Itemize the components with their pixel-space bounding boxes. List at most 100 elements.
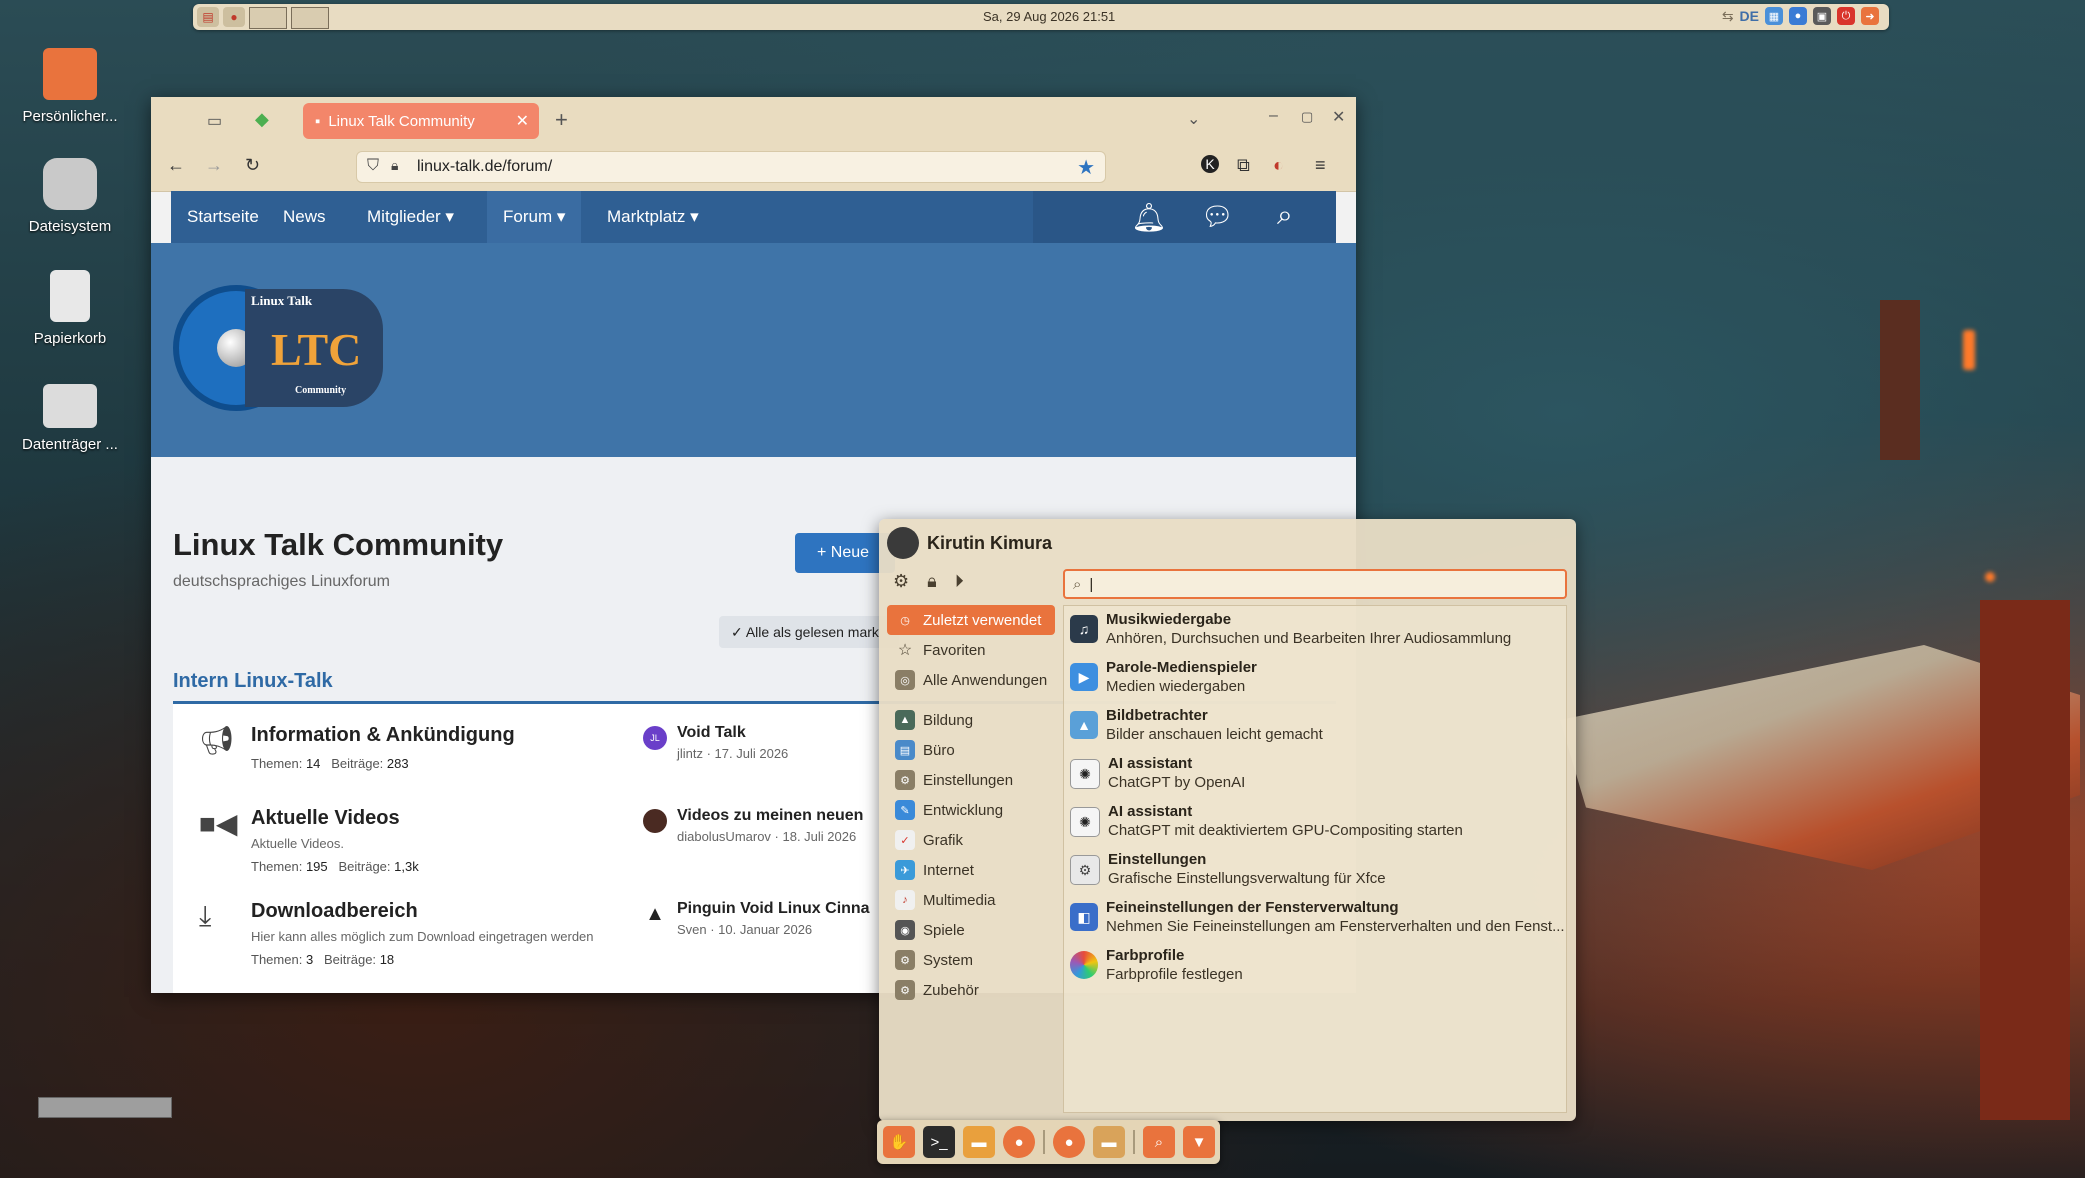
dock: ✋ >_ ▬ ● ● ▬ ⌕ ▼ — [877, 1120, 1220, 1164]
logout-icon[interactable]: ⏵ — [955, 571, 964, 592]
browser-tab[interactable]: ▪ Linux Talk Community ✕ — [303, 103, 539, 139]
tab-list-icon[interactable]: ▭ — [207, 111, 222, 131]
category-all[interactable]: ◎ Alle Anwendungen — [887, 665, 1055, 695]
lock-icon[interactable]: ▣ — [1813, 7, 1831, 25]
app-item-farbprofile[interactable]: Farbprofile Farbprofile festlegen — [1064, 942, 1566, 990]
forum-name[interactable]: Aktuelle Videos — [251, 807, 400, 830]
nav-marktplatz[interactable]: Marktplatz ▾ — [591, 191, 715, 243]
nav-startseite[interactable]: Startseite — [171, 191, 275, 243]
file-manager-icon[interactable]: ▬ — [963, 1126, 995, 1158]
lock-screen-icon[interactable]: 🔒︎ — [927, 571, 937, 592]
app-item-musikwiedergabe[interactable]: ♫ Musikwiedergabe Anhören, Durchsuchen un… — [1064, 606, 1566, 654]
category-buero[interactable]: ▤ Büro — [887, 735, 1055, 765]
desktop-icon-filesystem[interactable]: Dateisystem — [5, 158, 135, 235]
category-zubehoer[interactable]: ⚙ Zubehör — [887, 975, 1055, 1005]
settings-icon[interactable]: ⚙ — [893, 571, 909, 592]
nav-mitglieder[interactable]: Mitglieder ▾ — [351, 191, 470, 243]
app-menu-icon[interactable]: ✋ — [883, 1126, 915, 1158]
last-post-title[interactable]: Void Talk — [677, 724, 746, 742]
app-item-einstellungen[interactable]: ⚙ Einstellungen Grafische Einstellungsver… — [1064, 846, 1566, 894]
app-menu-icon[interactable]: ▤ — [197, 7, 219, 27]
color-profile-icon — [1070, 951, 1098, 979]
desktop-icon-volume[interactable]: Datenträger ... — [5, 384, 135, 453]
search-input[interactable]: ⌕ | — [1063, 569, 1567, 599]
bell-icon[interactable]: 🔔︎ — [1131, 201, 1167, 234]
desktop-icon-label: Papierkorb — [33, 330, 107, 347]
bookmark-star-icon[interactable]: ★ — [1077, 155, 1095, 180]
firefox-icon[interactable]: ● — [1003, 1126, 1035, 1158]
lock-icon: 🔒︎ — [391, 157, 399, 173]
terminal-icon[interactable]: >_ — [923, 1126, 955, 1158]
folder-icon[interactable]: ▬ — [1093, 1126, 1125, 1158]
app-item-ai-assistant[interactable]: ✺ AI assistant ChatGPT by OpenAI — [1064, 750, 1566, 798]
category-recent[interactable]: ◷ Zuletzt verwendet — [887, 605, 1055, 635]
nav-news[interactable]: News — [267, 191, 342, 243]
wallpaper-tower — [1980, 600, 2070, 1120]
category-spiele[interactable]: ◉ Spiele — [887, 915, 1055, 945]
app-item-parole[interactable]: ▶ Parole-Medienspieler Medien wiedergaben — [1064, 654, 1566, 702]
category-bildung[interactable]: ▲ Bildung — [887, 705, 1055, 735]
desktop-icon-home[interactable]: Persönlicher... — [5, 48, 135, 125]
desktop-icon-label: Datenträger ... — [22, 436, 118, 453]
tab-overflow-icon[interactable]: ⌄ — [1187, 109, 1200, 129]
url-bar[interactable]: ⛉ 🔒︎ linux-talk.de/forum/ ★ — [356, 151, 1106, 183]
logo-text-top: Linux Talk — [251, 293, 313, 308]
menu-tools: ⚙ 🔒︎ ⏵ — [893, 571, 964, 592]
wallpaper-light — [1985, 572, 1995, 582]
app-item-fensterverwaltung[interactable]: ◧ Feineinstellungen der Fensterverwaltun… — [1064, 894, 1566, 942]
minimized-window-stub[interactable] — [38, 1097, 172, 1118]
keyboard-language[interactable]: DE — [1740, 8, 1759, 24]
video-camera-icon: ■◀ — [199, 808, 238, 839]
app-item-ai-assistant-nogpu[interactable]: ✺ AI assistant ChatGPT mit deaktiviertem … — [1064, 798, 1566, 846]
clock[interactable]: Sa, 29 Aug 2026 21:51 — [983, 9, 1115, 24]
forum-name[interactable]: Information & Ankündigung — [251, 724, 515, 747]
last-post-title[interactable]: Pinguin Void Linux Cinna — [677, 900, 870, 918]
category-favorites[interactable]: ☆ Favoriten — [887, 635, 1055, 665]
category-system[interactable]: ⚙ System — [887, 945, 1055, 975]
nav-forum[interactable]: Forum ▾ — [487, 191, 582, 243]
workspace-2[interactable] — [291, 7, 329, 29]
hamburger-menu-icon[interactable]: ≡ — [1315, 155, 1326, 176]
window-tweaks-icon: ◧ — [1070, 903, 1098, 931]
mark-read-button[interactable]: ✓ Alle als gelesen mark — [719, 616, 899, 648]
show-desktop-icon[interactable]: ▼ — [1183, 1126, 1215, 1158]
maximize-icon[interactable]: ▢ — [1301, 109, 1313, 125]
extension-icon[interactable]: ◆ — [255, 109, 269, 130]
wallpaper-tower — [1880, 300, 1920, 460]
workspace-1[interactable] — [249, 7, 287, 29]
minimize-icon[interactable]: – — [1269, 107, 1278, 125]
firefox-window-icon[interactable]: ● — [1053, 1126, 1085, 1158]
category-einstellungen[interactable]: ⚙ Einstellungen — [887, 765, 1055, 795]
category-grafik[interactable]: ✓ Grafik — [887, 825, 1055, 855]
new-tab-icon[interactable]: + — [555, 107, 568, 133]
power-icon[interactable]: ⏻ — [1837, 7, 1855, 25]
logout-icon[interactable]: ➜ — [1861, 7, 1879, 25]
forum-name[interactable]: Downloadbereich — [251, 900, 418, 923]
addon-icon[interactable]: ◐ — [1273, 155, 1284, 176]
tab-close-icon[interactable]: ✕ — [516, 111, 529, 131]
firefox-launcher-icon[interactable]: ● — [223, 7, 245, 27]
category-internet[interactable]: ✈ Internet — [887, 855, 1055, 885]
extensions-icon[interactable]: ⧉ — [1237, 155, 1250, 176]
search-icon[interactable]: ⌕ — [1277, 199, 1293, 232]
reload-icon[interactable]: ↻ — [245, 155, 260, 176]
user-icon[interactable]: ● — [1789, 7, 1807, 25]
desktop-icon-trash[interactable]: Papierkorb — [5, 270, 135, 347]
keyboard-layout-icon[interactable]: ⇆ — [1722, 8, 1734, 25]
back-icon[interactable]: ← — [167, 155, 185, 176]
forward-icon[interactable]: → — [205, 155, 223, 176]
section-title[interactable]: Intern Linux-Talk — [173, 670, 333, 693]
app-item-bildbetrachter[interactable]: ▲ Bildbetrachter Bilder anschauen leicht … — [1064, 702, 1566, 750]
category-multimedia[interactable]: ♪ Multimedia — [887, 885, 1055, 915]
browser-titlebar: ▭ ◆ ▪ Linux Talk Community ✕ + ⌄ – ▢ ✕ — [151, 97, 1356, 145]
last-post-title[interactable]: Videos zu meinen neuen — [677, 807, 863, 825]
app-finder-icon[interactable]: ⌕ — [1143, 1126, 1175, 1158]
files-icon[interactable]: ▦ — [1765, 7, 1783, 25]
conversations-icon[interactable]: 💬︎ — [1201, 201, 1234, 232]
category-entwicklung[interactable]: ✎ Entwicklung — [887, 795, 1055, 825]
close-window-icon[interactable]: ✕ — [1332, 107, 1345, 127]
account-icon[interactable]: K — [1201, 155, 1219, 173]
site-logo[interactable]: Linux Talk LTC Community — [173, 285, 383, 411]
wallpaper-light — [1963, 330, 1975, 370]
clock-icon: ◷ — [900, 614, 910, 627]
